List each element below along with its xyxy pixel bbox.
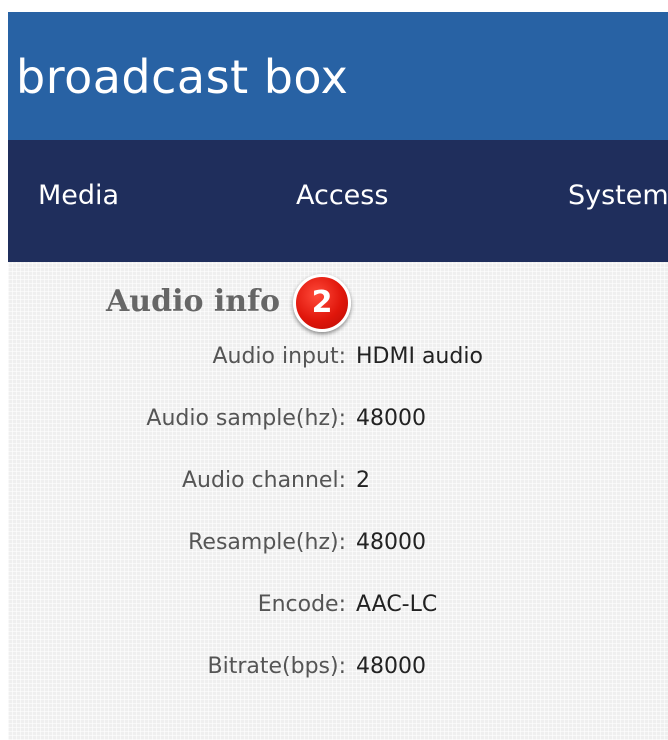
nav-item-access[interactable]: Access xyxy=(296,180,388,211)
audio-input-label: Audio input: xyxy=(212,344,346,369)
main-nav: Media Access System xyxy=(8,140,668,262)
app-frame: broadcast box Media Access System Audio … xyxy=(8,12,668,740)
resample-value: 48000 xyxy=(356,530,426,555)
audio-sample-value: 48000 xyxy=(356,406,426,431)
info-row-bitrate: Bitrate(bps): 48000 xyxy=(8,654,668,694)
audio-channel-value: 2 xyxy=(356,468,370,493)
encode-value: AAC-LC xyxy=(356,592,438,617)
encode-label: Encode: xyxy=(257,592,346,617)
info-row-audio-sample: Audio sample(hz): 48000 xyxy=(8,406,668,446)
nav-item-media[interactable]: Media xyxy=(38,180,119,211)
step-badge: 2 xyxy=(293,274,351,332)
bitrate-label: Bitrate(bps): xyxy=(207,654,347,679)
nav-item-system[interactable]: System xyxy=(568,180,668,211)
info-row-encode: Encode: AAC-LC xyxy=(8,592,668,632)
audio-info-panel: Audio info 2 Audio input: HDMI audio Aud… xyxy=(8,262,668,740)
info-row-resample: Resample(hz): 48000 xyxy=(8,530,668,570)
info-row-audio-channel: Audio channel: 2 xyxy=(8,468,668,508)
audio-input-value: HDMI audio xyxy=(356,344,483,369)
brand-title: broadcast box xyxy=(16,50,349,104)
bitrate-value: 48000 xyxy=(356,654,426,679)
header-bar: broadcast box xyxy=(8,12,668,140)
info-row-audio-input: Audio input: HDMI audio xyxy=(8,344,668,384)
audio-sample-label: Audio sample(hz): xyxy=(146,406,346,431)
resample-label: Resample(hz): xyxy=(188,530,346,555)
audio-channel-label: Audio channel: xyxy=(182,468,346,493)
section-title: Audio info xyxy=(106,284,281,319)
